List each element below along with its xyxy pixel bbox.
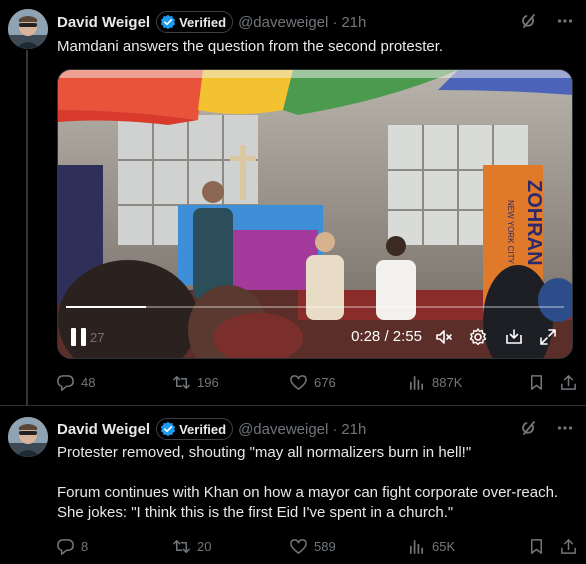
repost-button[interactable]: 20 <box>172 537 211 556</box>
banner-subtitle: NEW YORK CITY <box>506 200 515 265</box>
author-name[interactable]: David Weigel <box>57 14 150 31</box>
avatar[interactable] <box>8 417 48 457</box>
verified-badge[interactable]: Verified <box>156 11 234 33</box>
bookmark-icon <box>530 538 543 554</box>
more-options-icon[interactable] <box>556 419 574 437</box>
tweet-timestamp[interactable]: 21h <box>341 14 366 31</box>
tweet-2[interactable]: David Weigel Verified @daveweigel · 21h … <box>0 405 586 564</box>
share-button[interactable] <box>559 537 578 556</box>
views-count: 887K <box>432 374 463 390</box>
heart-icon <box>290 374 307 390</box>
tweet-text-paragraph: Protester removed, shouting "may all nor… <box>57 444 472 461</box>
reply-button[interactable]: 8 <box>56 537 88 556</box>
tweet-text: Mamdani answers the question from the se… <box>57 37 576 57</box>
author-handle[interactable]: @daveweigel <box>238 421 328 438</box>
tweet-text-paragraph: Mamdani answers the question from the se… <box>57 38 444 55</box>
views-button[interactable]: 887K <box>407 373 462 392</box>
pause-button[interactable] <box>70 328 88 346</box>
separator-dot: · <box>332 420 338 438</box>
video-progress-bar[interactable] <box>66 306 564 308</box>
verified-badge[interactable]: Verified <box>156 418 234 440</box>
verified-label: Verified <box>179 14 227 30</box>
video-time-separator: / <box>384 328 389 345</box>
views-chart-icon <box>409 375 424 390</box>
tweet-timestamp[interactable]: 21h <box>341 421 366 438</box>
repost-count: 196 <box>197 374 219 390</box>
verified-check-icon <box>160 421 176 437</box>
reply-count: 48 <box>81 374 96 390</box>
bookmark-button[interactable] <box>527 373 546 392</box>
tweet-action-bar: 8 20 589 65K <box>52 535 578 557</box>
repost-icon <box>173 539 190 553</box>
tweet-text-paragraph: Forum continues with Khan on how a mayor… <box>57 484 559 521</box>
video-time-readout: 0:28 / 2:55 <box>351 328 422 345</box>
tweet-header: David Weigel Verified @daveweigel · 21h <box>57 418 366 440</box>
repost-count: 20 <box>197 538 212 554</box>
reply-icon <box>57 374 74 391</box>
avatar[interactable] <box>8 9 48 49</box>
views-button[interactable]: 65K <box>407 537 455 556</box>
video-controls: 27 0:28 / 2:55 <box>58 314 572 358</box>
video-current-time: 0:28 <box>351 328 381 345</box>
settings-gear-icon[interactable] <box>468 327 488 347</box>
author-name[interactable]: David Weigel <box>57 421 150 438</box>
thread-connector-line <box>26 50 28 405</box>
like-count: 589 <box>314 538 336 554</box>
bookmark-button[interactable] <box>527 537 546 556</box>
tweet-text: Protester removed, shouting "may all nor… <box>57 443 576 523</box>
share-button[interactable] <box>559 373 578 392</box>
tweet-action-bar: 48 196 676 887K <box>52 371 578 393</box>
grok-icon[interactable] <box>520 12 538 30</box>
tweet-top-actions <box>520 12 574 30</box>
bookmark-icon <box>530 374 543 390</box>
heart-icon <box>290 538 307 554</box>
tweet-1[interactable]: David Weigel Verified @daveweigel · 21h … <box>0 0 586 405</box>
grok-icon[interactable] <box>520 419 538 437</box>
video-faint-time: 27 <box>90 330 105 345</box>
like-count: 676 <box>314 374 336 390</box>
video-player[interactable]: ZOHRAN NEW YORK CITY 27 0:28 / 2:55 <box>57 69 573 359</box>
reply-button[interactable]: 48 <box>56 373 95 392</box>
video-progress-fill <box>66 306 146 308</box>
like-button[interactable]: 589 <box>289 537 336 556</box>
share-icon <box>561 538 576 554</box>
tweet-header: David Weigel Verified @daveweigel · 21h <box>57 11 366 33</box>
share-icon <box>561 374 576 390</box>
volume-muted-icon[interactable] <box>434 327 454 347</box>
banner-title: ZOHRAN <box>523 180 545 266</box>
separator-dot: · <box>332 13 338 31</box>
reply-icon <box>57 538 74 555</box>
tweet-top-actions <box>520 419 574 437</box>
reply-count: 8 <box>81 538 89 554</box>
verified-check-icon <box>160 14 176 30</box>
video-duration: 2:55 <box>392 328 422 345</box>
views-chart-icon <box>409 539 424 554</box>
picture-in-picture-icon[interactable] <box>504 327 524 347</box>
author-handle[interactable]: @daveweigel <box>238 14 328 31</box>
verified-label: Verified <box>179 421 227 437</box>
fullscreen-icon[interactable] <box>538 327 558 347</box>
more-options-icon[interactable] <box>556 12 574 30</box>
repost-button[interactable]: 196 <box>172 373 219 392</box>
like-button[interactable]: 676 <box>289 373 336 392</box>
views-count: 65K <box>432 538 456 554</box>
repost-icon <box>173 375 190 389</box>
